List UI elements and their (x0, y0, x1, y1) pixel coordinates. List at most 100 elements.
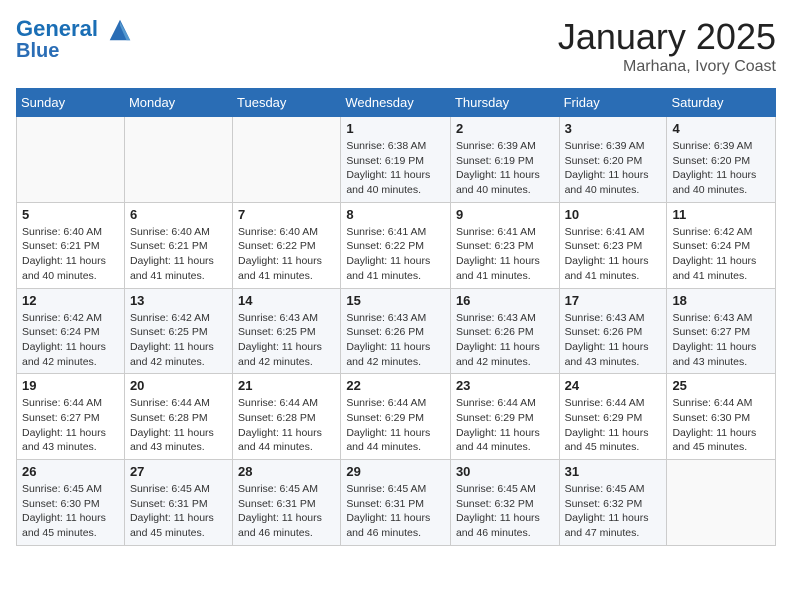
day-info: Sunrise: 6:43 AM Sunset: 6:26 PM Dayligh… (346, 311, 445, 370)
header-thursday: Thursday (450, 89, 559, 117)
day-info: Sunrise: 6:41 AM Sunset: 6:23 PM Dayligh… (456, 225, 554, 284)
calendar-cell (124, 117, 232, 203)
calendar-cell: 30Sunrise: 6:45 AM Sunset: 6:32 PM Dayli… (450, 460, 559, 546)
day-info: Sunrise: 6:44 AM Sunset: 6:29 PM Dayligh… (565, 396, 662, 455)
day-info: Sunrise: 6:43 AM Sunset: 6:26 PM Dayligh… (456, 311, 554, 370)
day-number: 7 (238, 207, 335, 222)
day-info: Sunrise: 6:44 AM Sunset: 6:28 PM Dayligh… (238, 396, 335, 455)
day-info: Sunrise: 6:43 AM Sunset: 6:26 PM Dayligh… (565, 311, 662, 370)
header-monday: Monday (124, 89, 232, 117)
day-info: Sunrise: 6:44 AM Sunset: 6:28 PM Dayligh… (130, 396, 227, 455)
calendar-cell (667, 460, 776, 546)
location: Marhana, Ivory Coast (558, 58, 776, 76)
day-info: Sunrise: 6:44 AM Sunset: 6:29 PM Dayligh… (456, 396, 554, 455)
day-number: 29 (346, 464, 445, 479)
calendar-week-row: 12 Sunrise: 6:42 AM Sunset: 6:24 PM Dayli… (17, 288, 776, 374)
day-number: 23 (456, 378, 554, 393)
calendar-cell: 5 Sunrise: 6:40 AM Sunset: 6:21 PM Daylig… (17, 202, 125, 288)
day-number: 2 (456, 121, 554, 136)
header-friday: Friday (559, 89, 667, 117)
calendar-cell: 25 Sunrise: 6:44 AM Sunset: 6:30 PM Dayli… (667, 374, 776, 460)
page-header: General Blue January 2025 Marhana, Ivory… (16, 16, 776, 76)
calendar-cell: 9 Sunrise: 6:41 AM Sunset: 6:23 PM Daylig… (450, 202, 559, 288)
day-number: 3 (565, 121, 662, 136)
day-info: Sunrise: 6:44 AM Sunset: 6:30 PM Dayligh… (672, 396, 770, 455)
day-info: Sunrise: 6:42 AM Sunset: 6:24 PM Dayligh… (672, 225, 770, 284)
day-number: 11 (672, 207, 770, 222)
calendar-cell: 16 Sunrise: 6:43 AM Sunset: 6:26 PM Dayli… (450, 288, 559, 374)
day-number: 6 (130, 207, 227, 222)
day-info: Sunrise: 6:38 AM Sunset: 6:19 PM Dayligh… (346, 139, 445, 198)
calendar-cell: 1 Sunrise: 6:38 AM Sunset: 6:19 PM Daylig… (341, 117, 451, 203)
calendar-cell: 13 Sunrise: 6:42 AM Sunset: 6:25 PM Dayli… (124, 288, 232, 374)
day-number: 13 (130, 293, 227, 308)
day-info: Sunrise: 6:43 AM Sunset: 6:25 PM Dayligh… (238, 311, 335, 370)
day-info: Sunrise: 6:45 AM Sunset: 6:30 PM Dayligh… (22, 482, 119, 541)
day-number: 9 (456, 207, 554, 222)
calendar-cell: 10Sunrise: 6:41 AM Sunset: 6:23 PM Dayli… (559, 202, 667, 288)
day-info: Sunrise: 6:44 AM Sunset: 6:27 PM Dayligh… (22, 396, 119, 455)
calendar-cell: 14 Sunrise: 6:43 AM Sunset: 6:25 PM Dayli… (233, 288, 341, 374)
day-number: 1 (346, 121, 445, 136)
day-info: Sunrise: 6:40 AM Sunset: 6:21 PM Dayligh… (22, 225, 119, 284)
day-number: 28 (238, 464, 335, 479)
day-number: 25 (672, 378, 770, 393)
day-info: Sunrise: 6:45 AM Sunset: 6:31 PM Dayligh… (130, 482, 227, 541)
calendar-cell: 29 Sunrise: 6:45 AM Sunset: 6:31 PM Dayli… (341, 460, 451, 546)
calendar-table: SundayMondayTuesdayWednesdayThursdayFrid… (16, 88, 776, 546)
calendar-cell: 12 Sunrise: 6:42 AM Sunset: 6:24 PM Dayli… (17, 288, 125, 374)
day-info: Sunrise: 6:39 AM Sunset: 6:19 PM Dayligh… (456, 139, 554, 198)
day-number: 26 (22, 464, 119, 479)
day-info: Sunrise: 6:42 AM Sunset: 6:25 PM Dayligh… (130, 311, 227, 370)
calendar-cell: 28Sunrise: 6:45 AM Sunset: 6:31 PM Dayli… (233, 460, 341, 546)
day-number: 12 (22, 293, 119, 308)
header-sunday: Sunday (17, 89, 125, 117)
title-block: January 2025 Marhana, Ivory Coast (558, 16, 776, 76)
day-number: 14 (238, 293, 335, 308)
day-info: Sunrise: 6:43 AM Sunset: 6:27 PM Dayligh… (672, 311, 770, 370)
calendar-cell: 20Sunrise: 6:44 AM Sunset: 6:28 PM Dayli… (124, 374, 232, 460)
calendar-cell: 17 Sunrise: 6:43 AM Sunset: 6:26 PM Dayli… (559, 288, 667, 374)
day-info: Sunrise: 6:39 AM Sunset: 6:20 PM Dayligh… (565, 139, 662, 198)
calendar-cell: 19 Sunrise: 6:44 AM Sunset: 6:27 PM Dayli… (17, 374, 125, 460)
day-number: 30 (456, 464, 554, 479)
calendar-cell (233, 117, 341, 203)
day-number: 5 (22, 207, 119, 222)
day-number: 8 (346, 207, 445, 222)
calendar-cell: 8 Sunrise: 6:41 AM Sunset: 6:22 PM Daylig… (341, 202, 451, 288)
calendar-cell: 27 Sunrise: 6:45 AM Sunset: 6:31 PM Dayli… (124, 460, 232, 546)
calendar-cell: 18 Sunrise: 6:43 AM Sunset: 6:27 PM Dayli… (667, 288, 776, 374)
day-number: 24 (565, 378, 662, 393)
calendar-cell: 3 Sunrise: 6:39 AM Sunset: 6:20 PM Daylig… (559, 117, 667, 203)
day-info: Sunrise: 6:39 AM Sunset: 6:20 PM Dayligh… (672, 139, 770, 198)
day-info: Sunrise: 6:45 AM Sunset: 6:31 PM Dayligh… (346, 482, 445, 541)
calendar-cell: 24 Sunrise: 6:44 AM Sunset: 6:29 PM Dayli… (559, 374, 667, 460)
day-number: 17 (565, 293, 662, 308)
calendar-cell: 4 Sunrise: 6:39 AM Sunset: 6:20 PM Daylig… (667, 117, 776, 203)
day-info: Sunrise: 6:45 AM Sunset: 6:32 PM Dayligh… (565, 482, 662, 541)
day-number: 19 (22, 378, 119, 393)
calendar-week-row: 1 Sunrise: 6:38 AM Sunset: 6:19 PM Daylig… (17, 117, 776, 203)
calendar-week-row: 5 Sunrise: 6:40 AM Sunset: 6:21 PM Daylig… (17, 202, 776, 288)
calendar-cell: 22Sunrise: 6:44 AM Sunset: 6:29 PM Dayli… (341, 374, 451, 460)
calendar-header-row: SundayMondayTuesdayWednesdayThursdayFrid… (17, 89, 776, 117)
calendar-cell: 26 Sunrise: 6:45 AM Sunset: 6:30 PM Dayli… (17, 460, 125, 546)
day-info: Sunrise: 6:40 AM Sunset: 6:22 PM Dayligh… (238, 225, 335, 284)
logo: General Blue (16, 16, 136, 62)
day-info: Sunrise: 6:44 AM Sunset: 6:29 PM Dayligh… (346, 396, 445, 455)
day-number: 15 (346, 293, 445, 308)
day-info: Sunrise: 6:42 AM Sunset: 6:24 PM Dayligh… (22, 311, 119, 370)
calendar-cell: 21Sunrise: 6:44 AM Sunset: 6:28 PM Dayli… (233, 374, 341, 460)
day-number: 10 (565, 207, 662, 222)
logo-icon (106, 16, 134, 44)
day-number: 16 (456, 293, 554, 308)
day-info: Sunrise: 6:41 AM Sunset: 6:22 PM Dayligh… (346, 225, 445, 284)
calendar-cell: 7 Sunrise: 6:40 AM Sunset: 6:22 PM Daylig… (233, 202, 341, 288)
day-info: Sunrise: 6:40 AM Sunset: 6:21 PM Dayligh… (130, 225, 227, 284)
day-number: 27 (130, 464, 227, 479)
calendar-cell: 11 Sunrise: 6:42 AM Sunset: 6:24 PM Dayli… (667, 202, 776, 288)
header-tuesday: Tuesday (233, 89, 341, 117)
calendar-cell: 15 Sunrise: 6:43 AM Sunset: 6:26 PM Dayli… (341, 288, 451, 374)
day-number: 18 (672, 293, 770, 308)
day-number: 4 (672, 121, 770, 136)
